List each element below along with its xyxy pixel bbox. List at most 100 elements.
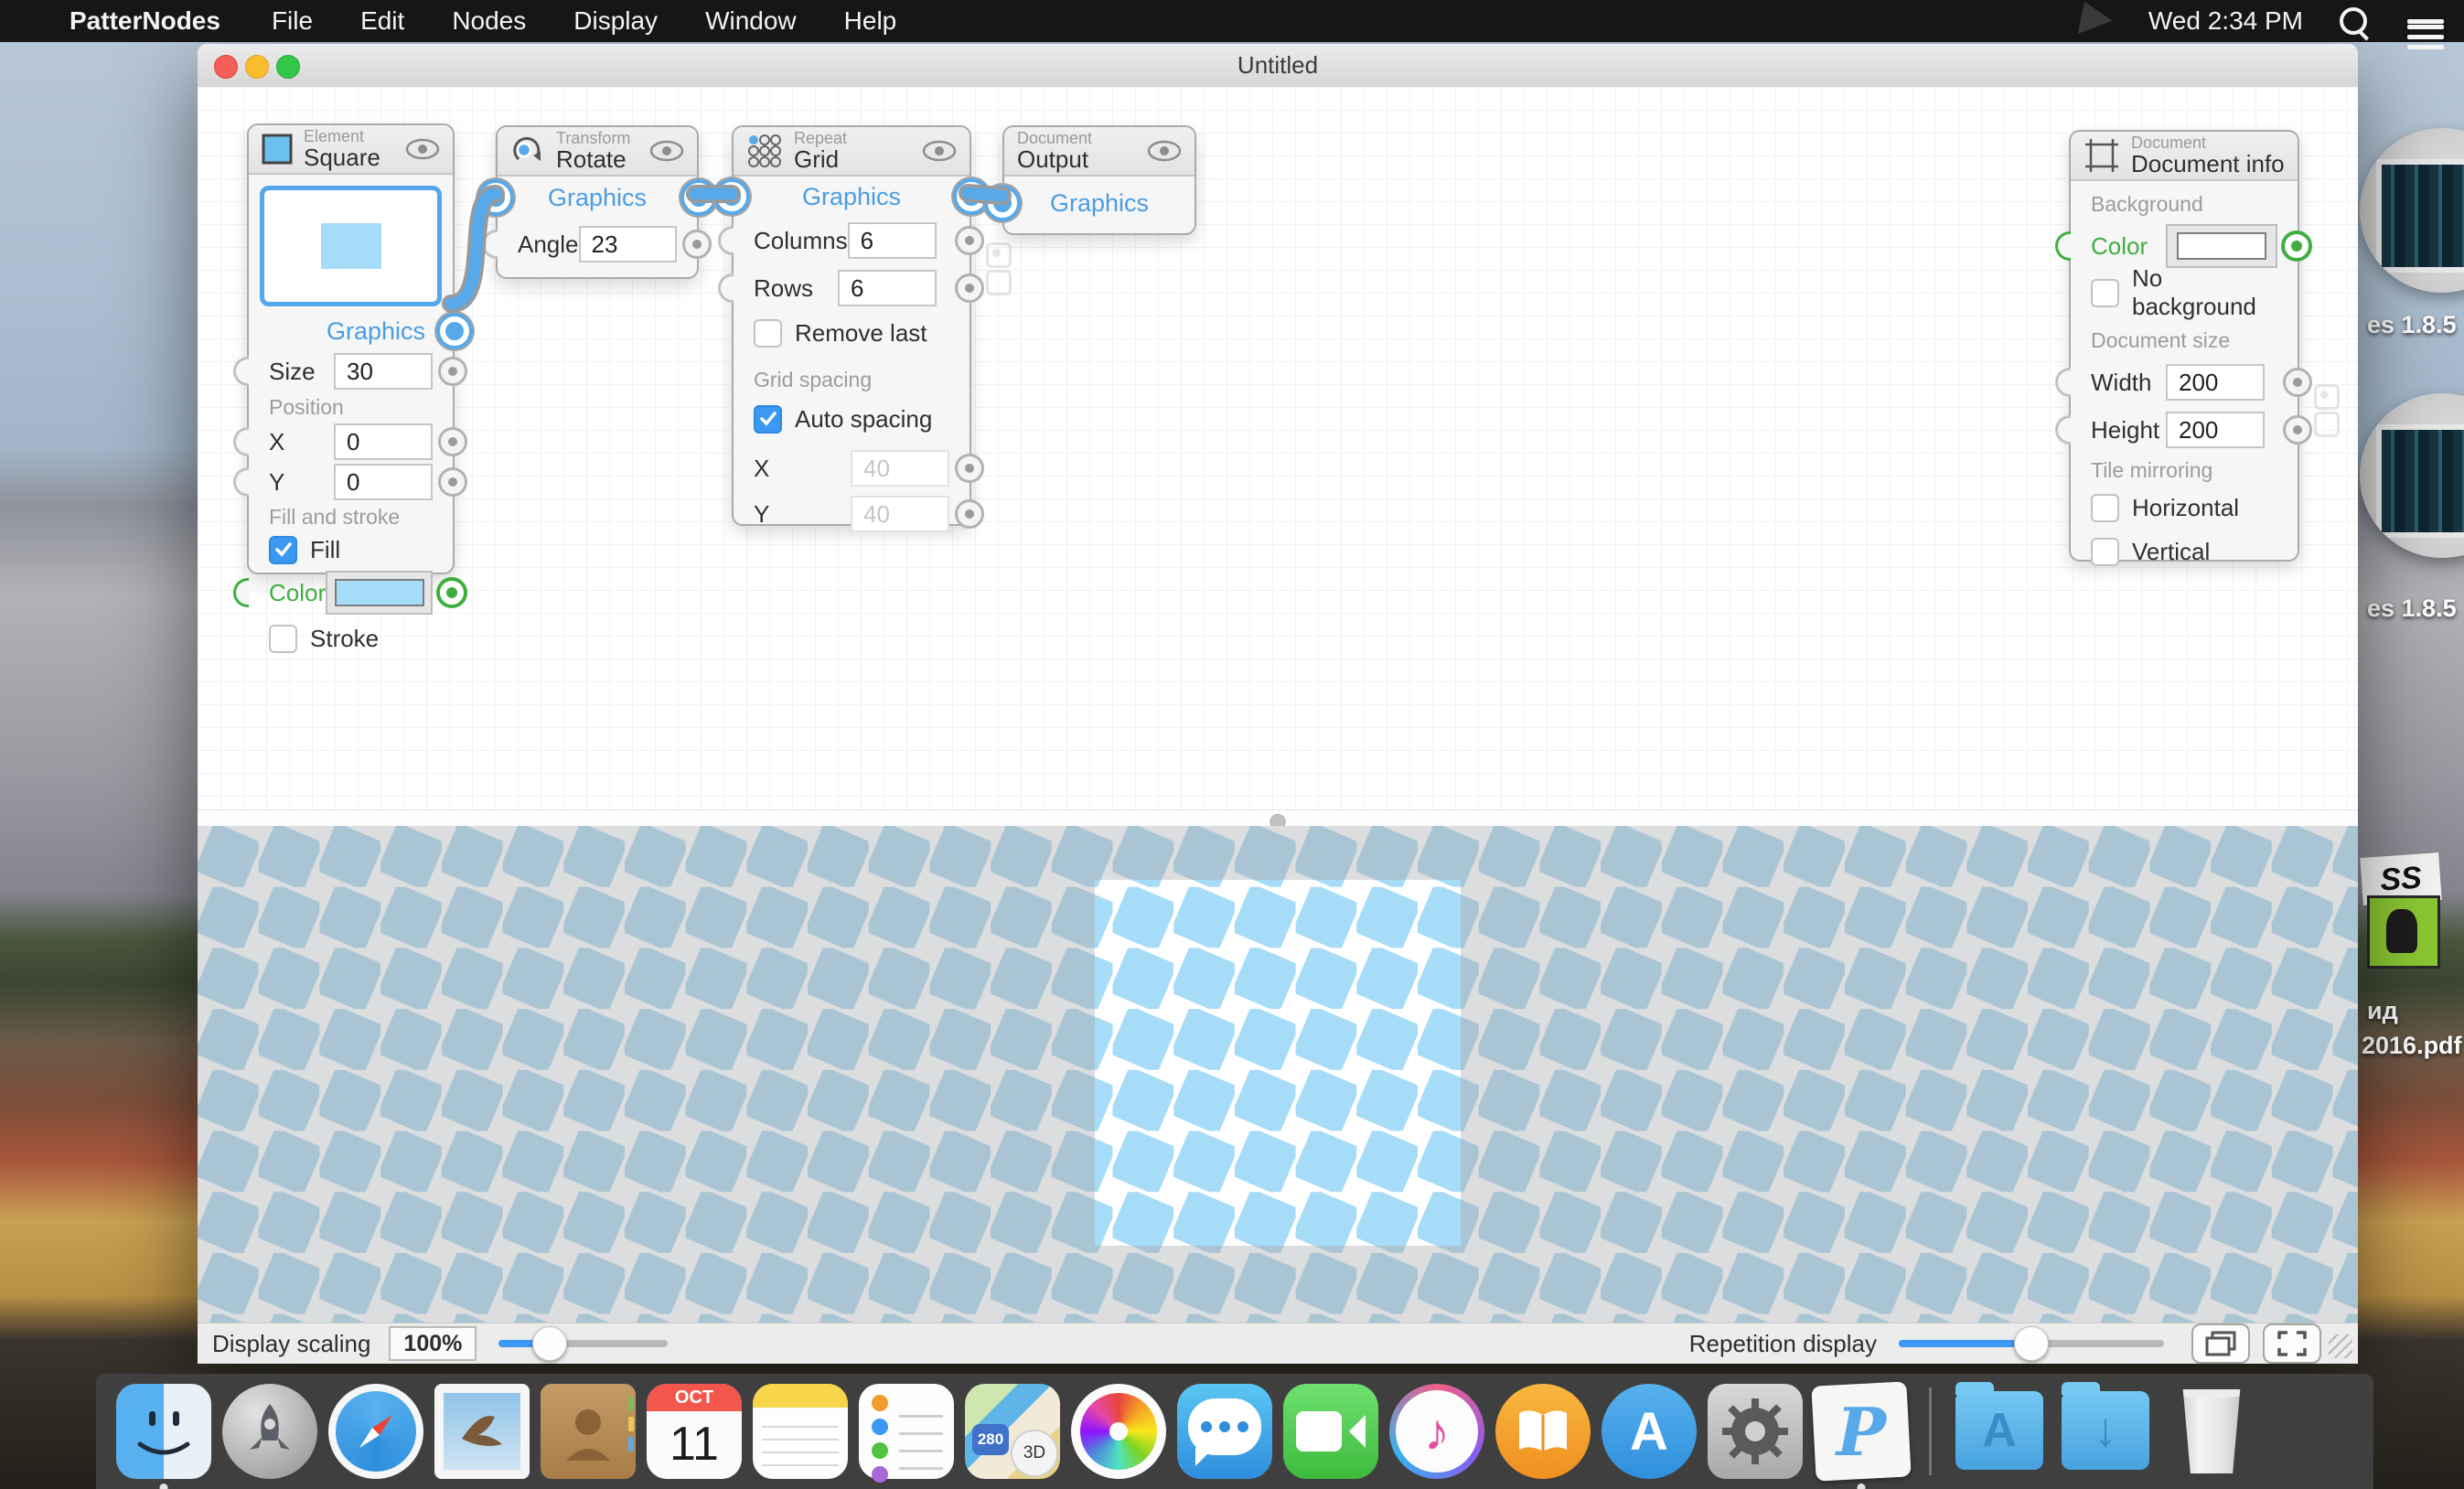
menu-item-file[interactable]: File xyxy=(272,6,313,36)
angle-field[interactable]: 23 xyxy=(579,226,678,262)
square-preview-thumbnail[interactable] xyxy=(260,186,442,306)
bg-color-output-socket[interactable] xyxy=(2281,230,2312,262)
node-square-header[interactable]: Element Square xyxy=(249,125,453,175)
dock-finder-icon[interactable] xyxy=(116,1384,211,1479)
node-grid-header[interactable]: Repeat Grid xyxy=(734,127,970,177)
menu-item-edit[interactable]: Edit xyxy=(360,6,404,36)
zoom-button[interactable] xyxy=(276,55,300,79)
spacing-x-output-socket[interactable] xyxy=(955,454,984,483)
horizontal-checkbox[interactable] xyxy=(2091,494,2119,522)
notification-center-icon[interactable] xyxy=(2407,14,2444,29)
window-resize-grip[interactable] xyxy=(2329,1334,2352,1358)
spacing-y-field[interactable]: 40 xyxy=(851,496,949,532)
title-bar[interactable]: Untitled xyxy=(198,44,2358,88)
desktop-icon-label[interactable]: es 1.8.5 xyxy=(2367,311,2457,339)
fullscreen-button[interactable] xyxy=(2263,1323,2321,1364)
graphics-input-socket[interactable] xyxy=(988,188,1017,218)
pattern-preview[interactable] xyxy=(198,826,2358,1323)
menu-item-help[interactable]: Help xyxy=(844,6,897,36)
link-icon[interactable] xyxy=(980,239,1012,297)
node-document-info[interactable]: Document Document info Background Color … xyxy=(2069,130,2299,562)
node-square[interactable]: Element Square Graphics Size 30 Posit xyxy=(247,123,455,574)
spacing-y-output-socket[interactable] xyxy=(955,499,984,529)
link-icon[interactable] xyxy=(2309,380,2340,439)
angle-output-socket[interactable] xyxy=(682,230,712,259)
dock-ibooks-icon[interactable] xyxy=(1495,1384,1591,1479)
fill-checkbox[interactable] xyxy=(269,536,297,564)
app-menu-title[interactable]: PatterNodes xyxy=(70,6,220,36)
no-background-checkbox[interactable] xyxy=(2091,279,2119,307)
tile-view-button[interactable] xyxy=(2191,1323,2250,1364)
menu-item-nodes[interactable]: Nodes xyxy=(452,6,526,36)
dock-system-preferences-icon[interactable] xyxy=(1708,1384,1803,1479)
dock-launchpad-icon[interactable] xyxy=(222,1384,317,1479)
dock-mail-icon[interactable] xyxy=(434,1384,530,1479)
height-output-socket[interactable] xyxy=(2283,415,2312,445)
menu-item-window[interactable]: Window xyxy=(705,6,797,36)
color-output-socket[interactable] xyxy=(436,577,467,608)
auto-spacing-checkbox[interactable] xyxy=(754,405,782,434)
node-document-info-header[interactable]: Document Document info xyxy=(2071,132,2298,181)
graphics-output-socket[interactable] xyxy=(957,182,986,211)
width-field[interactable]: 200 xyxy=(2166,364,2265,401)
x-field[interactable]: 0 xyxy=(334,423,433,460)
remove-last-checkbox[interactable] xyxy=(754,319,782,348)
node-rotate[interactable]: Transform Rotate Graphics Angle 23 xyxy=(496,125,699,279)
graphics-input-socket[interactable] xyxy=(717,182,746,211)
bg-color-swatch[interactable] xyxy=(2166,224,2277,268)
graphics-output-socket[interactable] xyxy=(684,183,713,212)
eye-visibility-icon[interactable] xyxy=(405,138,440,165)
dock-messages-icon[interactable] xyxy=(1177,1384,1272,1479)
desktop-icon-label[interactable]: ид xyxy=(2367,997,2398,1025)
dock-trash-icon[interactable] xyxy=(2164,1384,2259,1479)
eye-visibility-icon[interactable] xyxy=(1147,140,1182,166)
dock-safari-icon[interactable] xyxy=(328,1384,423,1479)
rows-field[interactable]: 6 xyxy=(838,270,937,306)
menu-clock[interactable]: Wed 2:34 PM xyxy=(2148,6,2303,36)
graphics-output-socket[interactable] xyxy=(440,316,469,346)
menu-item-display[interactable]: Display xyxy=(573,6,658,36)
dock-contacts-icon[interactable] xyxy=(541,1384,636,1479)
spacing-x-field[interactable]: 40 xyxy=(851,450,949,487)
y-field[interactable]: 0 xyxy=(334,464,433,500)
node-grid[interactable]: Repeat Grid Graphics Columns 6 xyxy=(732,125,971,526)
y-output-socket[interactable] xyxy=(438,467,467,497)
fill-color-swatch[interactable] xyxy=(326,571,433,615)
size-output-socket[interactable] xyxy=(438,357,467,386)
node-output-header[interactable]: Document Output xyxy=(1004,127,1195,177)
height-field[interactable]: 200 xyxy=(2166,412,2265,448)
dock-facetime-icon[interactable] xyxy=(1283,1384,1378,1479)
patternodes-status-icon[interactable] xyxy=(2081,5,2112,37)
x-output-socket[interactable] xyxy=(438,427,467,456)
dock-notes-icon[interactable] xyxy=(753,1384,848,1479)
display-scaling-value[interactable]: 100% xyxy=(389,1326,477,1361)
columns-output-socket[interactable] xyxy=(955,226,984,255)
pdf-file-icon[interactable]: SS xyxy=(2362,855,2449,965)
rows-output-socket[interactable] xyxy=(955,273,984,303)
dock-appstore-icon[interactable]: A xyxy=(1602,1384,1697,1479)
graphics-input-socket[interactable] xyxy=(481,183,510,212)
vertical-checkbox[interactable] xyxy=(2091,538,2119,566)
dock-maps-icon[interactable]: 280 3D xyxy=(965,1384,1060,1479)
dock-reminders-icon[interactable] xyxy=(859,1384,954,1479)
eye-visibility-icon[interactable] xyxy=(649,140,684,166)
dock-patternodes-icon[interactable]: P xyxy=(1814,1384,1909,1479)
spotlight-search-icon[interactable] xyxy=(2340,7,2367,35)
dock-calendar-icon[interactable]: OCT 11 xyxy=(647,1384,742,1479)
canvas-preview-divider[interactable] xyxy=(198,809,2358,827)
node-output[interactable]: Document Output Graphics xyxy=(1002,125,1196,235)
dock-applications-folder-icon[interactable]: A xyxy=(1952,1384,2047,1479)
dock-downloads-folder-icon[interactable]: ↓ xyxy=(2058,1384,2153,1479)
eye-visibility-icon[interactable] xyxy=(922,140,957,166)
stroke-checkbox[interactable] xyxy=(269,625,297,653)
display-scaling-slider[interactable] xyxy=(498,1340,668,1347)
minimize-button[interactable] xyxy=(245,55,269,79)
columns-field[interactable]: 6 xyxy=(848,222,937,259)
close-button[interactable] xyxy=(214,55,238,79)
width-output-socket[interactable] xyxy=(2283,368,2312,397)
dock-itunes-icon[interactable]: ♪ xyxy=(1389,1384,1484,1479)
size-field[interactable]: 30 xyxy=(334,353,433,390)
desktop-icon-label[interactable]: es 1.8.5 xyxy=(2367,595,2457,623)
desktop-icon-label[interactable]: 2016.pdf xyxy=(2362,1032,2462,1060)
node-rotate-header[interactable]: Transform Rotate xyxy=(498,127,697,177)
